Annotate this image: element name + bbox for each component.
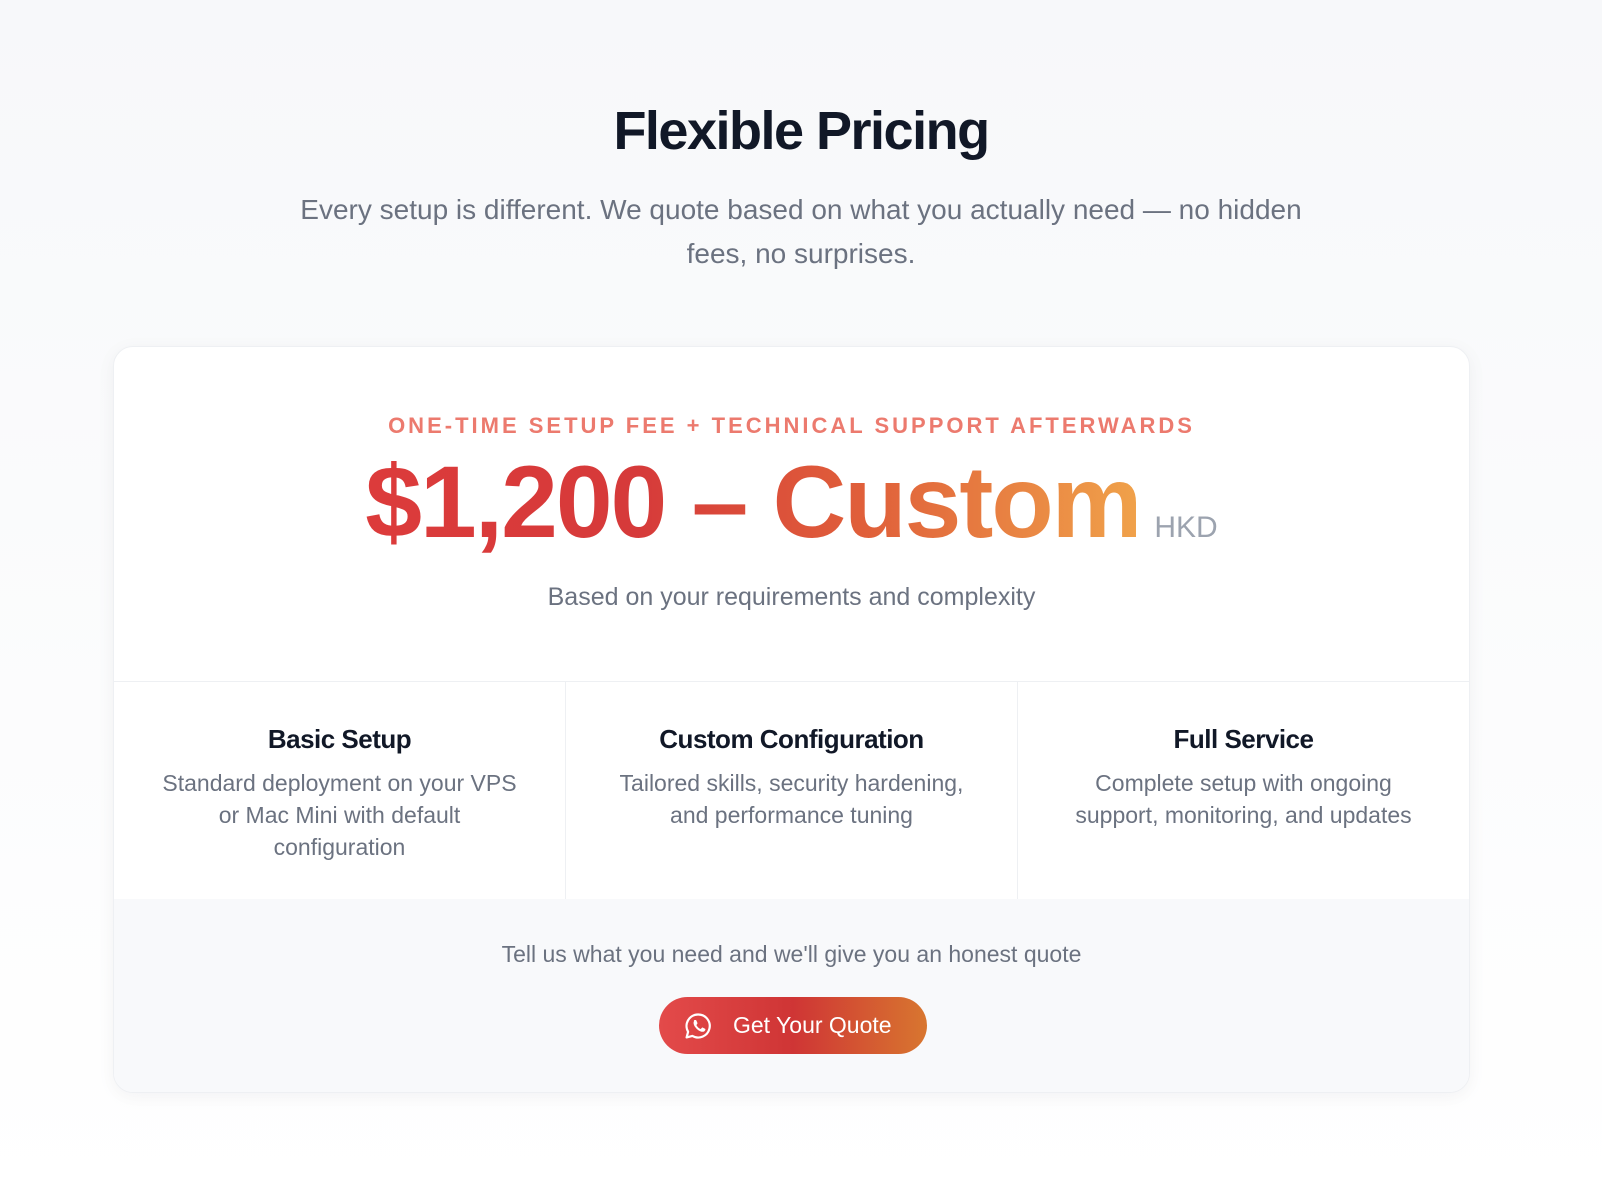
price-amount: $1,200 – Custom xyxy=(365,445,1142,559)
feature-custom-configuration: Custom Configuration Tailored skills, se… xyxy=(566,682,1018,901)
section-subtitle: Every setup is different. We quote based… xyxy=(300,194,1302,269)
feature-title: Basic Setup xyxy=(267,724,412,754)
get-quote-label: Get Your Quote xyxy=(733,1012,892,1038)
price-row: $1,200 – Custom HKD xyxy=(114,451,1469,553)
pricing-card: ONE-TIME SETUP FEE + TECHNICAL SUPPORT A… xyxy=(113,346,1470,1093)
pricing-eyebrow: ONE-TIME SETUP FEE + TECHNICAL SUPPORT A… xyxy=(388,413,1195,438)
pricing-section: Flexible Pricing Every setup is differen… xyxy=(0,0,1602,1200)
get-quote-button[interactable]: Get Your Quote xyxy=(659,997,927,1054)
feature-basic-setup: Basic Setup Standard deployment on your … xyxy=(114,682,566,901)
feature-list: Basic Setup Standard deployment on your … xyxy=(114,681,1469,901)
whatsapp-icon xyxy=(683,1011,713,1041)
feature-full-service: Full Service Complete setup with ongoing… xyxy=(1018,682,1469,901)
feature-description: Standard deployment on your VPS or Mac M… xyxy=(162,770,517,860)
price-currency: HKD xyxy=(1154,511,1218,544)
feature-title: Custom Configuration xyxy=(659,724,924,754)
cta-text: Tell us what you need and we'll give you… xyxy=(501,941,1082,967)
price-note: Based on your requirements and complexit… xyxy=(547,583,1036,611)
section-heading: Flexible Pricing xyxy=(613,101,990,161)
cta-area: Tell us what you need and we'll give you… xyxy=(114,899,1469,1092)
feature-title: Full Service xyxy=(1173,724,1314,754)
feature-description: Complete setup with ongoing support, mon… xyxy=(1075,770,1412,828)
feature-description: Tailored skills, security hardening, and… xyxy=(619,770,964,828)
